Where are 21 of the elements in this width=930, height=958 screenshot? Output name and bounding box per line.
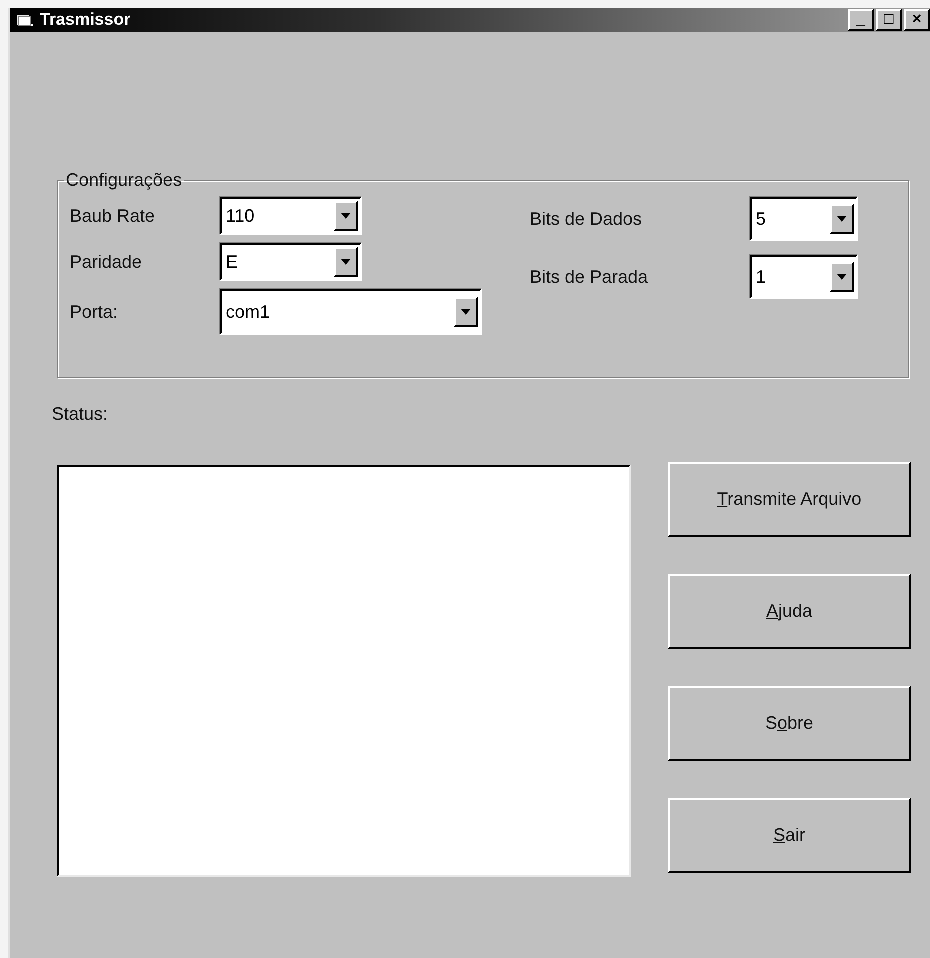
window-control-button[interactable]: □ <box>876 9 902 31</box>
dropdown[interactable]: 110 <box>220 197 362 235</box>
field-label: Paridade <box>70 252 144 272</box>
dropdown[interactable]: com1 <box>220 289 482 335</box>
window-icon <box>16 12 34 28</box>
window-control-button[interactable]: _ <box>848 9 874 31</box>
dropdown[interactable]: E <box>220 243 362 281</box>
field-label: Baub Rate <box>70 206 156 226</box>
field-label: Bits de Parada <box>530 266 650 288</box>
status-label: Status: <box>52 404 110 425</box>
group-title: Configurações <box>65 170 184 191</box>
field-label: Bits de Dados <box>530 208 644 230</box>
dropdown[interactable]: 5 <box>750 197 858 241</box>
dropdown[interactable]: 1 <box>750 255 858 299</box>
action-button[interactable]: Sobre <box>668 686 911 761</box>
action-button[interactable]: Transmite Arquivo <box>668 462 911 537</box>
window-title: Trasmissor <box>40 10 131 30</box>
action-button[interactable]: Sair <box>668 798 911 873</box>
window-control-button[interactable]: × <box>904 9 930 31</box>
field-label: Porta: <box>70 302 120 322</box>
action-button[interactable]: Ajuda <box>668 574 911 649</box>
